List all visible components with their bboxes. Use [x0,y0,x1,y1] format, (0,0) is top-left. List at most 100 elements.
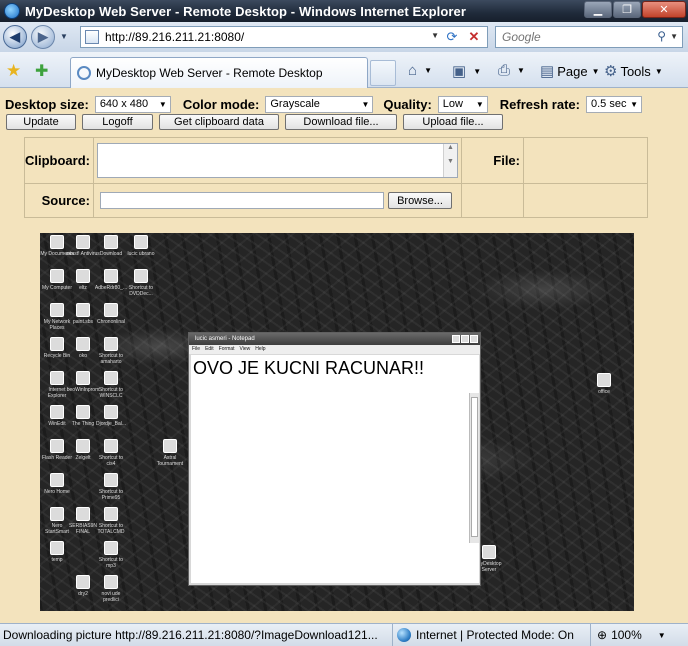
color-mode-select[interactable]: Grayscale ▼ [265,95,374,113]
address-toolbar: ◀ ▶ ▼ http://89.216.211.21:8080/ ▼ ⟳ ✕ ⚲… [0,22,688,52]
desktop-size-label: Desktop size: [5,96,89,112]
desktop-icon: temp [40,541,74,563]
browse-button[interactable]: Browse... [388,192,452,209]
gear-icon: ⚙ [604,63,618,80]
tab-remote-desktop[interactable]: MyDesktop Web Server - Remote Desktop [70,57,368,88]
logoff-button[interactable]: Logoff [82,114,153,130]
home-button[interactable]: ⌂ ▼ [408,62,432,79]
desktop-icon: novi ude predlici [94,575,128,603]
search-box[interactable]: ⚲ ▼ [495,26,683,48]
refresh-rate-label: Refresh rate: [499,96,580,112]
zone-label: Internet | Protected Mode: On [416,628,574,642]
settings-row: Desktop size: 640 x 480 ▼ Color mode: Gra… [5,94,642,114]
zoom-level: 100% [611,628,642,642]
desktop-icon: Shortcut to Prime95 [94,473,128,501]
color-mode-label: Color mode: [182,96,260,112]
refresh-rate-select[interactable]: 0.5 sec ▼ [585,95,642,113]
chevron-down-icon: ▼ [158,99,167,109]
source-label: Source: [24,183,94,218]
rss-icon: ▣ [452,63,467,80]
search-icon[interactable]: ⚲ [657,29,666,43]
zoom-dropdown-icon: ▼ [657,630,666,640]
feeds-button[interactable]: ▣ ▼ [452,62,481,80]
ie-logo-icon [4,3,20,19]
desktop-icon: Chrononlinal [94,303,128,325]
desktop-icon: Shortcut to WINSCLC [94,371,128,399]
clipboard-file-form: Clipboard: ▲ ▼ File: Source: Browse... [24,137,648,218]
page-icon: ▤ [540,63,555,80]
forward-button[interactable]: ▶ [31,25,55,49]
refresh-icon[interactable]: ⟳ [443,29,461,45]
window-controls: ▁ ❐ ✕ [584,1,686,18]
quality-label: Quality: [383,96,432,112]
chevron-down-icon: ▼ [630,99,638,109]
desktop-icon: Astral Tournament [153,439,187,467]
command-bar: ★ ✚ MyDesktop Web Server - Remote Deskto… [0,52,688,88]
address-url[interactable]: http://89.216.211.21:8080/ [105,30,244,44]
clipboard-scrollbar[interactable]: ▲ ▼ [443,144,457,177]
add-favorite-icon[interactable]: ✚ [35,61,48,81]
notepad-text: OVO JE KUCNI RACUNAR!! [193,358,425,378]
desktop-size-select[interactable]: 640 x 480 ▼ [94,95,171,113]
globe-icon [397,628,411,642]
minimize-button[interactable]: ▁ [584,1,612,18]
clipboard-label: Clipboard: [24,137,94,184]
desktop-icon: Shortcut to mp3 [94,541,128,569]
home-icon: ⌂ [408,62,418,79]
notepad-menu: File Edit Format View Help [189,345,480,354]
tab-label: MyDesktop Web Server - Remote Desktop [96,66,323,80]
chevron-down-icon: ▼ [361,99,370,109]
source-file-input[interactable] [100,192,384,209]
status-bar: Downloading picture http://89.216.211.21… [0,623,688,646]
tools-menu[interactable]: ⚙ Tools ▼ [604,62,663,80]
tools-menu-label: Tools [620,63,651,79]
search-dropdown-icon[interactable]: ▼ [670,32,678,41]
address-bar[interactable]: http://89.216.211.21:8080/ ▼ ⟳ ✕ [80,26,488,48]
remote-desktop-view[interactable]: My Documents avast! Antivirus Download l… [40,233,634,611]
get-clipboard-button[interactable]: Get clipboard data [159,114,279,130]
desktop-icon: Nero Home [40,473,74,495]
chevron-down-icon: ▼ [475,99,484,109]
close-button[interactable]: ✕ [642,1,686,18]
zoom-icon: ⊕ [597,628,608,642]
new-tab-button[interactable] [370,60,396,86]
clipboard-textarea[interactable]: ▲ ▼ [97,143,458,178]
quality-select[interactable]: Low ▼ [437,95,488,113]
security-zone[interactable]: Internet | Protected Mode: On [392,624,574,646]
upload-file-button[interactable]: Upload file... [403,114,503,130]
desktop-icon: Djordje_Bal... [94,405,128,427]
favorites-star-icon[interactable]: ★ [6,61,21,81]
history-dropdown-icon[interactable]: ▼ [60,32,68,41]
desktop-icon: lucic ubrano [124,235,158,257]
title-bar: MyDesktop Web Server - Remote Desktop - … [0,0,688,22]
stop-icon[interactable]: ✕ [465,29,483,45]
desktop-icon: Shortcut to TOTALCMD [94,507,128,535]
download-file-button[interactable]: Download file... [285,114,397,130]
notepad-window: lucic asmeri - Notepad File Edit Format Vie… [188,332,481,586]
source-cell: Browse... [93,183,462,218]
page-menu[interactable]: ▤ Page ▼ [540,62,599,80]
restore-button[interactable]: ❐ [613,1,641,18]
page-icon [85,30,99,44]
loading-icon [77,66,91,80]
window-title: MyDesktop Web Server - Remote Desktop - … [25,3,467,19]
clipboard-cell: ▲ ▼ [93,137,462,184]
desktop-icon: Shortcut to amaharto [94,337,128,365]
desktop-icon: Shortcut to cis4 [94,439,128,467]
desktop-icon: Download [94,235,128,257]
desktop-icon: AdbeRdr80_... [94,269,128,291]
file-label: File: [461,137,524,184]
page-menu-label: Page [557,63,588,79]
printer-icon: ⎙ [498,62,511,79]
status-text: Downloading picture http://89.216.211.21… [3,628,378,642]
file-cell [523,137,648,184]
update-button[interactable]: Update [6,114,76,130]
desktop-icon: office [587,373,621,395]
notepad-scrollbar [469,393,479,543]
back-button[interactable]: ◀ [3,25,27,49]
address-dropdown-icon[interactable]: ▼ [431,31,439,40]
page-content: Desktop size: 640 x 480 ▼ Color mode: Gra… [0,89,688,622]
zoom-control[interactable]: ⊕ 100% ▼ [590,624,666,646]
print-button[interactable]: ⎙ ▼ [498,62,525,79]
search-input[interactable] [500,28,650,46]
